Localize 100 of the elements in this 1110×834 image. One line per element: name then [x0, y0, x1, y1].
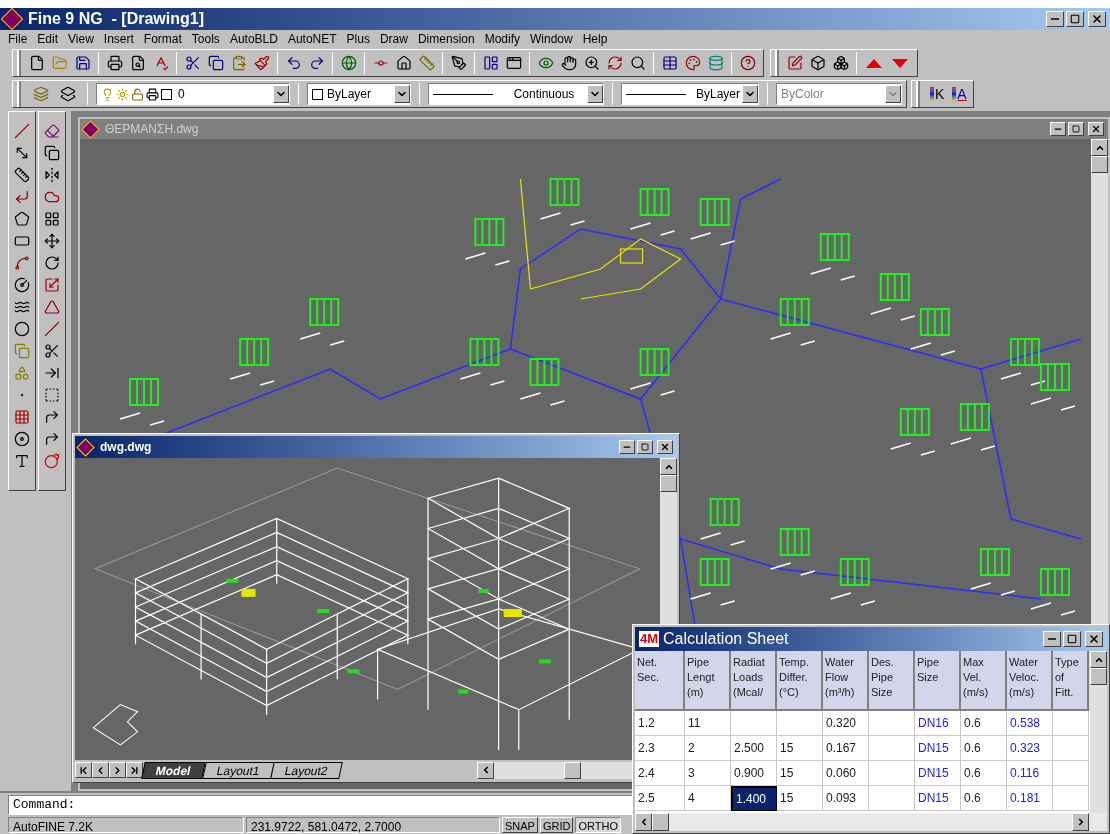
table-cell[interactable]: 0.6	[961, 736, 1007, 761]
column-header: Net. Sec.	[635, 651, 685, 711]
table-cell[interactable]: 2.3	[635, 736, 685, 761]
layout-tab[interactable]: Layout2	[270, 761, 343, 779]
logo-badge: 4M	[639, 631, 660, 647]
menu-item[interactable]: AutoBLD	[229, 29, 278, 48]
menu-item[interactable]: Insert	[103, 29, 134, 48]
minimize-button[interactable]	[1043, 631, 1061, 647]
table-cell[interactable]: DN15	[915, 761, 961, 786]
scroll-left-button[interactable]	[635, 813, 652, 831]
minimize-button[interactable]	[619, 440, 635, 454]
menu-item[interactable]: Help	[582, 29, 608, 48]
table-cell[interactable]	[869, 761, 915, 786]
horizontal-scrollbar[interactable]	[635, 813, 1107, 831]
layout-tab[interactable]: Layout1	[201, 761, 275, 779]
table-cell[interactable]	[869, 736, 915, 761]
tab-nav-button[interactable]	[75, 762, 92, 778]
menu-item[interactable]: Plus	[346, 29, 370, 48]
table-cell[interactable]	[777, 711, 823, 736]
scroll-thumb[interactable]	[564, 761, 581, 779]
table-cell[interactable]: 3	[685, 761, 731, 786]
table-cell[interactable]: DN15	[915, 736, 961, 761]
style-button[interactable]: K	[928, 84, 947, 104]
table-cell[interactable]	[1053, 736, 1089, 761]
layout-tab[interactable]: Model	[141, 761, 206, 779]
table-cell[interactable]: DN16	[915, 711, 961, 736]
table-cell[interactable]: 0.6	[961, 761, 1007, 786]
table-cell[interactable]	[1053, 786, 1089, 811]
table-cell[interactable]: 15	[777, 786, 823, 811]
scroll-right-button[interactable]	[1072, 813, 1089, 831]
menu-item[interactable]: Edit	[37, 29, 59, 48]
menu-item[interactable]: Tools	[191, 29, 220, 48]
maximize-button[interactable]	[637, 440, 653, 454]
table-cell[interactable]: 0.538	[1007, 711, 1053, 736]
table-cell[interactable]: 11	[685, 711, 731, 736]
table-cell[interactable]: 0.6	[961, 711, 1007, 736]
maximize-button[interactable]	[1068, 122, 1084, 136]
table-cell[interactable]	[1053, 761, 1089, 786]
status-toggle[interactable]: GRID	[539, 816, 574, 833]
close-button[interactable]	[1088, 11, 1106, 27]
maximize-button[interactable]	[1066, 11, 1084, 27]
scroll-thumb[interactable]	[652, 813, 669, 831]
tab-nav-button[interactable]	[92, 762, 109, 778]
table-cell[interactable]: 0.167	[823, 736, 869, 761]
close-button[interactable]	[1085, 631, 1103, 647]
table-cell[interactable]: 1.2	[635, 711, 685, 736]
table-cell[interactable]: 0.060	[823, 761, 869, 786]
scroll-left-button[interactable]	[477, 761, 494, 779]
scroll-thumb[interactable]	[660, 475, 677, 492]
print-icon	[146, 87, 159, 101]
table-cell[interactable]: 2.500	[731, 736, 777, 761]
table-cell[interactable]: DN15	[915, 786, 961, 811]
close-button[interactable]	[657, 440, 673, 454]
table-cell[interactable]: 2.4	[635, 761, 685, 786]
tab-nav-button[interactable]	[109, 762, 126, 778]
layer-dropdown[interactable]: 0	[96, 83, 290, 105]
menu-item[interactable]: Dimension	[417, 29, 475, 48]
table-cell[interactable]: 0.181	[1007, 786, 1053, 811]
lineweight-dropdown[interactable]: ByLayer	[621, 83, 759, 105]
menu-item[interactable]: Draw	[379, 29, 408, 48]
menu-item[interactable]: File	[8, 29, 28, 48]
maximize-button[interactable]	[1063, 631, 1081, 647]
tab-nav-button[interactable]	[126, 762, 143, 778]
table-cell[interactable]: 1.400	[731, 786, 777, 811]
table-cell[interactable]	[731, 711, 777, 736]
linetype-dropdown[interactable]: Continuous	[428, 83, 604, 105]
table-cell[interactable]: 0.116	[1007, 761, 1053, 786]
scroll-up-button[interactable]	[660, 458, 677, 475]
menu-item[interactable]: Format	[143, 29, 182, 48]
table-cell[interactable]: 15	[777, 761, 823, 786]
menu-item[interactable]: Modify	[484, 29, 520, 48]
menu-item[interactable]: Window	[530, 29, 573, 48]
close-button[interactable]	[1088, 122, 1104, 136]
scroll-up-button[interactable]	[1091, 139, 1108, 156]
menu-item[interactable]: AutoNET	[287, 29, 337, 48]
scroll-thumb[interactable]	[1090, 668, 1107, 685]
minimize-button[interactable]	[1046, 11, 1064, 27]
down-arrow-icon[interactable]	[892, 58, 908, 68]
table-cell[interactable]: 15	[777, 736, 823, 761]
status-toggle[interactable]: ORTHO	[575, 816, 621, 833]
vertical-scrollbar[interactable]	[1090, 651, 1107, 813]
table-cell[interactable]: 0.323	[1007, 736, 1053, 761]
scroll-up-button[interactable]	[1090, 651, 1107, 668]
scroll-thumb[interactable]	[1091, 156, 1108, 173]
table-cell[interactable]: 2.5	[635, 786, 685, 811]
menu-item[interactable]: View	[68, 29, 94, 48]
color-dropdown[interactable]: ByLayer	[307, 83, 411, 105]
table-cell[interactable]: 0.320	[823, 711, 869, 736]
table-cell[interactable]	[869, 711, 915, 736]
up-arrow-icon[interactable]	[866, 58, 882, 68]
tab-nav-icon	[129, 764, 140, 776]
table-cell[interactable]: 0.093	[823, 786, 869, 811]
table-cell[interactable]: 0.6	[961, 786, 1007, 811]
table-cell[interactable]	[869, 786, 915, 811]
table-cell[interactable]	[1053, 711, 1089, 736]
table-cell[interactable]: 2	[685, 736, 731, 761]
style-button[interactable]: A	[950, 84, 969, 104]
status-toggle[interactable]: SNAP	[502, 816, 538, 833]
window-title: Fine 9 NG - [Drawing1]	[28, 9, 204, 29]
minimize-button[interactable]	[1050, 122, 1066, 136]
